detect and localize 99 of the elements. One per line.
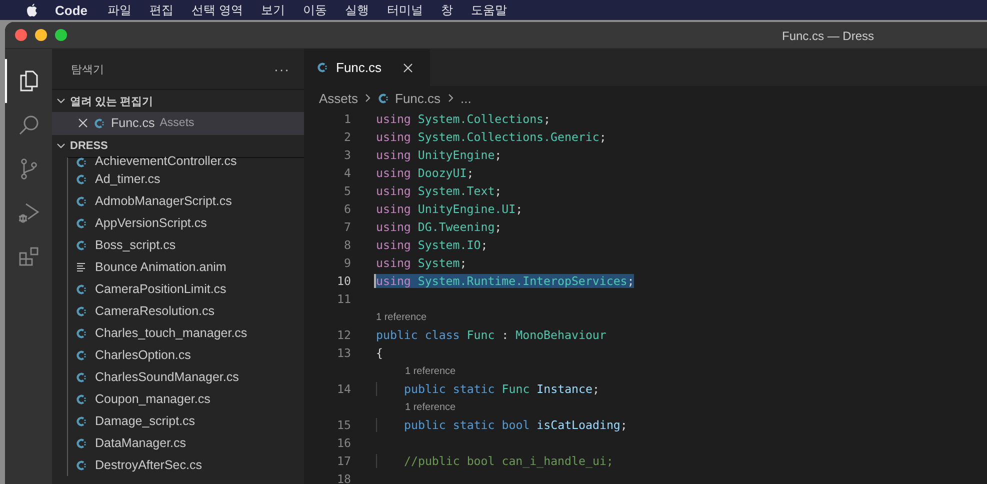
app-menu[interactable]: Code [55,2,88,18]
file-item[interactable]: AchievementController.cs [95,154,237,168]
file-item[interactable]: CharlesSoundManager.cs [95,370,239,384]
csharp-file-icon [378,92,390,104]
chevron-icon [364,93,372,103]
file-item[interactable]: AppVersionScript.cs [95,216,207,230]
folder-label: Assets [160,117,194,129]
menu-item[interactable]: 선택 영역 [192,2,243,18]
csharp-file-icon [94,118,105,128]
csharp-file-icon [76,372,87,382]
line-number: 16 [336,436,352,450]
file-name: Func.cs [111,116,155,130]
line-number: 6 [343,202,352,216]
zoom-window-button[interactable] [55,29,67,41]
code-line: using UnityEngine.UI; [376,202,523,216]
close-window-button[interactable] [15,29,27,41]
file-item[interactable]: Damage_script.cs [95,414,196,428]
line-number: 13 [336,346,352,360]
csharp-file-icon [76,240,87,250]
line-number: 9 [343,256,352,270]
section-title[interactable]: 열려 있는 편집기 [70,94,154,108]
file-item[interactable]: CameraPositionLimit.cs [95,282,226,296]
line-number: 11 [336,292,352,306]
file-item[interactable]: Charles_touch_manager.cs [95,326,248,340]
csharp-file-icon [76,174,87,184]
line-number: 1 [343,112,352,126]
line-number: 4 [343,166,352,180]
code-line: using DoozyUI; [376,166,474,180]
line-number: 18 [336,472,352,484]
close-icon[interactable] [403,62,413,72]
csharp-file-icon [76,350,87,360]
csharp-file-icon [76,306,87,316]
file-item[interactable]: CameraResolution.cs [95,304,214,318]
csharp-file-icon [76,438,87,448]
window-title: Func.cs — Dress [782,29,874,43]
code-line: using UnityEngine; [376,148,502,162]
close-icon[interactable] [78,118,88,128]
menu-item[interactable]: 파일 [108,2,132,18]
text-file-icon [76,262,87,272]
chevron-icon[interactable] [56,96,66,106]
chevron-icon [446,93,455,103]
editor-tab[interactable]: Func.cs [304,49,430,86]
line-number: 12 [336,328,352,342]
line-number: 3 [343,148,352,162]
line-number: 17 [336,454,352,468]
csharp-file-icon [76,416,87,426]
code-line: using System.Collections; [376,112,551,126]
menu-item[interactable]: 보기 [260,2,285,18]
breadcrumb-item[interactable]: ... [460,90,472,106]
file-item[interactable]: DestroyAfterSec.cs [95,458,202,472]
code-line: using System.IO; [376,238,488,252]
open-editor-item[interactable]: Func.cs Assets [52,112,304,134]
code-line: using DG.Tweening; [376,220,502,234]
line-number: 5 [343,184,352,198]
more-actions[interactable]: ··· [274,62,290,76]
code-line: using System.Collections.Generic; [376,130,606,144]
csharp-file-icon [76,328,87,338]
code-line: public class Func : MonoBehaviour [376,328,606,342]
line-number: 7 [343,220,352,234]
explorer-title: 탐색기 [71,62,104,76]
file-item[interactable]: Coupon_manager.cs [95,392,210,406]
csharp-file-icon [76,284,87,294]
line-number: 8 [343,238,352,252]
menu-item[interactable]: 실행 [344,2,369,18]
code-line: using System.Text; [376,184,502,198]
menu-item[interactable]: 터미널 [386,2,423,18]
file-item[interactable]: CharlesOption.cs [95,348,191,362]
code-lens[interactable]: 1 reference [405,366,456,376]
file-item[interactable]: DataManager.cs [95,436,186,450]
csharp-file-icon [76,157,87,168]
line-number: 14 [336,382,352,396]
chevron-icon[interactable] [56,141,66,151]
code-lens[interactable]: 1 reference [405,402,456,412]
menu-item[interactable]: 창 [440,2,453,18]
minimize-window-button[interactable] [35,29,47,41]
section-title[interactable]: DRESS [70,140,108,152]
file-item[interactable]: Ad_timer.cs [95,172,160,186]
line-number: 10 [336,274,352,288]
csharp-file-icon [317,62,328,73]
menu-item[interactable]: 이동 [302,2,327,18]
line-number: 2 [343,130,352,144]
csharp-file-icon [76,394,87,404]
code-lens[interactable]: 1 reference [376,312,427,322]
search-icon[interactable] [16,113,40,137]
file-item[interactable]: AdmobManagerScript.cs [95,194,232,208]
file-item[interactable]: Boss_script.cs [95,238,176,252]
code-line: using System; [376,256,467,270]
csharp-file-icon [76,460,87,470]
file-item[interactable]: Bounce Animation.anim [95,260,226,274]
breadcrumb-item[interactable]: Assets [319,90,358,106]
csharp-file-icon [76,196,87,206]
line-number: 15 [336,418,352,432]
breadcrumb-item[interactable]: Func.cs [395,90,441,106]
apple-icon[interactable] [26,3,38,17]
csharp-file-icon [76,218,87,228]
menu-item[interactable]: 편집 [150,2,174,18]
menu-item[interactable]: 도움말 [470,2,507,18]
run-debug-icon[interactable] [16,201,40,225]
code-line: { [376,346,383,360]
